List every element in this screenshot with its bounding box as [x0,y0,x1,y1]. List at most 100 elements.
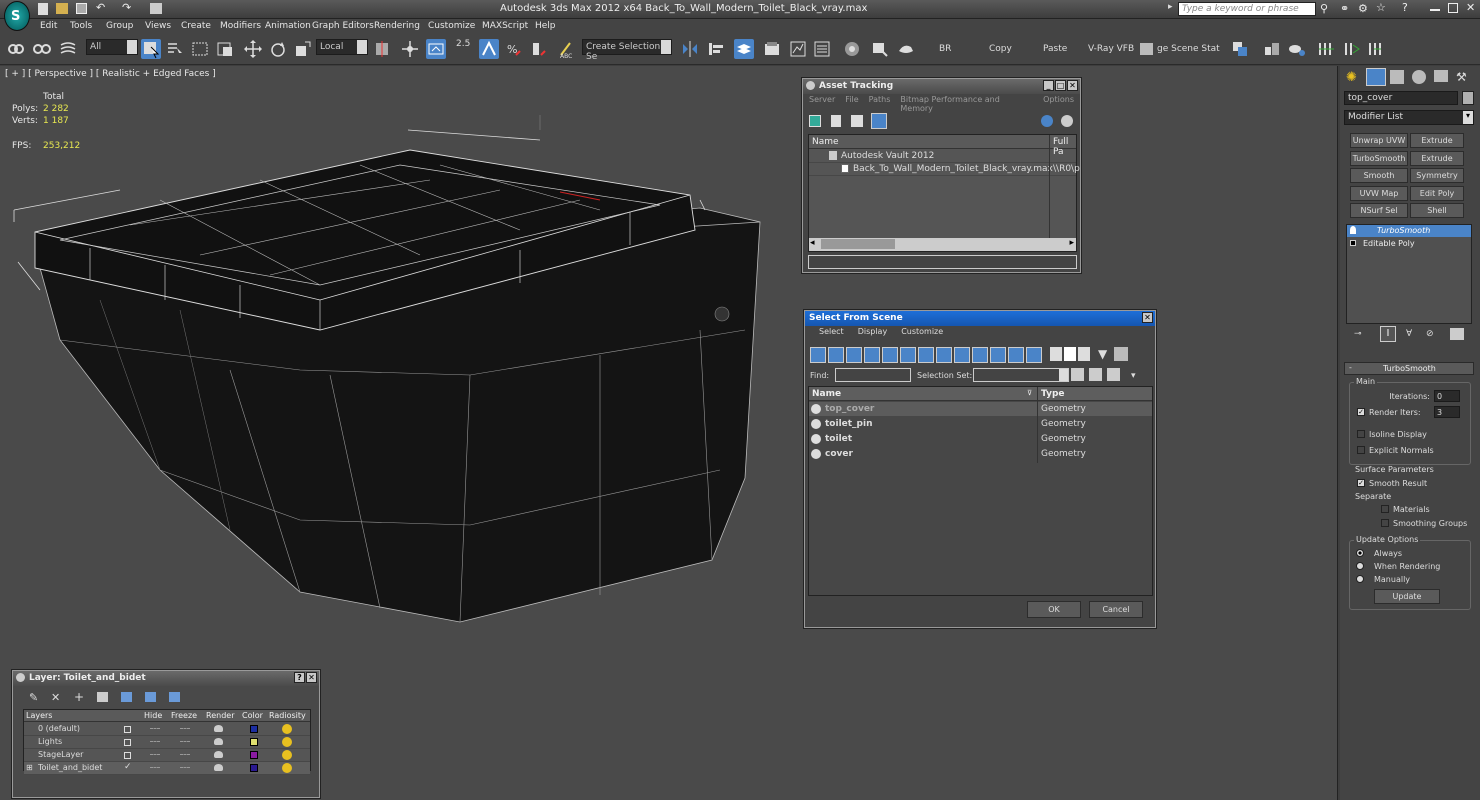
select-all-icon[interactable] [1050,347,1062,361]
when-rendering-radio[interactable] [1356,562,1364,570]
menu-modifiers[interactable]: Modifiers [220,21,261,31]
scrollbar-thumb[interactable] [821,239,895,249]
display-xrefs-icon[interactable] [936,347,952,363]
hide-toggle[interactable] [150,767,160,768]
undo-icon[interactable]: ↶ [96,1,105,14]
display-helpers-icon[interactable] [882,347,898,363]
display-containers-icon[interactable] [972,347,988,363]
smooth-result-checkbox[interactable]: ✓ [1357,479,1365,487]
table-row[interactable]: 0 (default) [24,723,310,736]
current-layer-check-icon[interactable]: ✓ [124,762,132,772]
vray-vfb-button[interactable]: V-Ray VFB [1088,44,1134,54]
uvw-map-button[interactable]: UVW Map [1350,186,1408,201]
always-radio[interactable] [1356,549,1364,557]
table-row[interactable]: toilet_pin Geometry [809,417,1152,432]
menu-file[interactable]: File [845,95,858,107]
spinner-snap-icon[interactable] [529,39,549,59]
extrude-button[interactable]: Extrude [1410,133,1464,148]
display-cameras-icon[interactable] [864,347,880,363]
turbosmooth-button[interactable]: TurboSmooth [1350,151,1408,166]
schematic-view-icon[interactable] [788,39,808,59]
render-iters-checkbox[interactable]: ✓ [1357,408,1365,416]
symmetry-button[interactable]: Symmetry [1410,168,1464,183]
menu-graph-editors[interactable]: Graph Editors [312,21,374,31]
redo-icon[interactable]: ↷ [122,1,131,14]
stack-item-turbosmooth[interactable]: TurboSmooth [1347,225,1471,237]
curve-editor-icon[interactable] [762,39,782,59]
col-hide-header[interactable]: Hide [144,711,162,720]
render-teapot-icon[interactable] [214,764,223,771]
find-input[interactable] [835,368,911,382]
sort-icon[interactable]: ⊽ [1027,389,1032,397]
filter-icon[interactable]: ▼ [1098,347,1112,361]
open-file-icon[interactable] [56,3,68,14]
select-by-name-icon[interactable] [165,39,185,59]
hide-toggle[interactable] [150,741,160,742]
percent-snap-icon[interactable]: % [504,39,524,59]
tool-icon-e[interactable] [1342,39,1362,59]
menu-server[interactable]: Server [809,95,835,107]
close-icon[interactable]: ✕ [1142,312,1153,323]
current-layer-toggle[interactable] [124,726,131,733]
chevron-left-icon[interactable]: ▸ [1168,2,1173,12]
freeze-toggle[interactable] [180,754,190,755]
scale-icon[interactable] [293,39,313,59]
select-objects-icon[interactable] [97,692,108,702]
remove-modifier-icon[interactable]: ⊘ [1426,329,1438,341]
update-button[interactable]: Update [1374,589,1440,604]
radiosity-icon[interactable] [282,763,292,773]
menu-display[interactable]: Display [858,327,888,339]
ok-button[interactable]: OK [1027,601,1081,618]
freeze-toggle[interactable] [180,767,190,768]
unwrap-uvw-button[interactable]: Unwrap UVW [1350,133,1408,148]
link-icon[interactable] [6,39,26,59]
menu-maxscript[interactable]: MAXScript [482,21,528,31]
keyboard-shortcut-override-icon[interactable] [426,39,446,59]
table-row[interactable]: top_cover Geometry [809,402,1152,417]
hide-all-icon[interactable] [145,692,156,702]
app-logo-icon[interactable]: S [4,1,30,31]
layer-color-swatch[interactable] [250,764,258,772]
menu-group[interactable]: Group [106,21,133,31]
configure-modifier-sets-icon[interactable] [1450,328,1464,340]
display-hidden-icon[interactable] [1008,347,1024,363]
expand-box-icon[interactable] [1350,240,1356,246]
menu-customize[interactable]: Customize [901,327,943,339]
current-layer-toggle[interactable] [124,739,131,746]
snaps-toggle-label[interactable]: 2.5 [456,39,470,49]
menu-create[interactable]: Create [181,21,211,31]
extrude-button-2[interactable]: Extrude [1410,151,1464,166]
make-unique-icon[interactable]: ∀ [1406,329,1418,341]
display-tab-icon[interactable] [1434,70,1448,82]
menu-paths[interactable]: Paths [869,95,891,107]
freeze-toggle[interactable] [180,741,190,742]
close-icon[interactable]: ✕ [1466,1,1475,14]
modifier-list-dropdown[interactable]: Modifier List ▾ [1344,110,1474,125]
col-color-header[interactable]: Color [242,711,263,720]
select-from-scene-titlebar[interactable]: Select From Scene ✕ [805,311,1155,326]
nsurf-sel-button[interactable]: NSurf Sel [1350,203,1408,218]
menu-bitmap-performance[interactable]: Bitmap Performance and Memory [900,95,1033,113]
menu-customize[interactable]: Customize [428,21,475,31]
cancel-button[interactable]: Cancel [1089,601,1143,618]
layer-manager-titlebar[interactable]: Layer: Toilet_and_bidet ? ✕ [13,671,319,686]
col-freeze-header[interactable]: Freeze [171,711,197,720]
materials-checkbox[interactable] [1381,505,1389,513]
tool-icon-f[interactable] [1366,39,1386,59]
smoothing-groups-checkbox[interactable] [1381,519,1389,527]
col-layers-header[interactable]: Layers [26,711,52,720]
select-and-manipulate-icon[interactable] [400,39,420,59]
favorites-star-icon[interactable]: ☆ [1376,1,1386,14]
show-end-result-icon[interactable]: I [1380,326,1396,342]
asset-tracking-window[interactable]: Asset Tracking _ □ ✕ Server File Paths Bit… [802,78,1081,273]
angle-snap-icon[interactable] [479,39,499,59]
select-object-icon[interactable] [141,39,161,59]
close-icon[interactable]: ✕ [1067,80,1078,91]
horizontal-scrollbar[interactable]: ◂ ▸ [809,238,1076,251]
edit-poly-button[interactable]: Edit Poly [1410,186,1464,201]
highlight-layer-icon[interactable] [121,692,132,702]
display-geometry-icon[interactable] [810,347,826,363]
named-selection-sets-dropdown[interactable]: Create Selection Se [582,39,672,62]
tool-icon-b[interactable] [1262,39,1282,59]
select-invert-icon[interactable] [1078,347,1090,361]
